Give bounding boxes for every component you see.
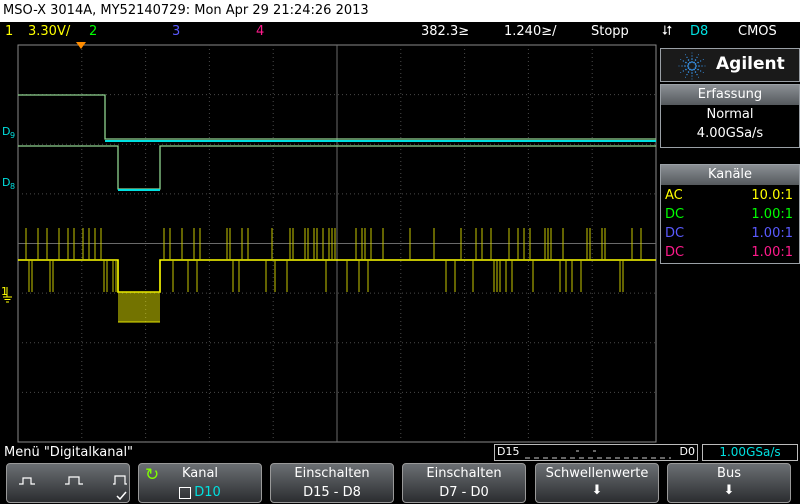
ch1-burst: [118, 291, 160, 323]
enable-high-label: Einschalten: [294, 466, 370, 481]
channel-row-2[interactable]: DC 1.00:1: [665, 205, 793, 225]
channel-coupling: AC: [665, 188, 683, 203]
graticule: [17, 44, 657, 443]
run-state[interactable]: Stopp: [591, 22, 629, 42]
trigger-edge-icon: ⮃: [662, 24, 673, 39]
bus-bit-map: [525, 450, 671, 459]
channels-header: Kanäle: [661, 165, 799, 185]
enable-high-value: D15 - D8: [303, 485, 361, 500]
acquisition-header: Erfassung: [661, 85, 799, 105]
brand-box: Agilent: [660, 48, 800, 82]
channel-coupling: DC: [665, 207, 685, 222]
bus-overview: D15 D0: [494, 444, 698, 461]
channel-row-3[interactable]: DC 1.00:1: [665, 224, 793, 244]
enable-low-label: Einschalten: [426, 466, 502, 481]
digital-sample-rate: 1.00GSa/s: [702, 444, 798, 461]
d9-label-sub: 9: [10, 131, 15, 140]
window-title: MSO-X 3014A, MY52140729: Mon Apr 29 21:2…: [0, 0, 800, 22]
trigger-type[interactable]: CMOS: [738, 22, 777, 42]
enable-low-value: D7 - D0: [439, 485, 489, 500]
channel-probe-ratio: 1.00:1: [751, 207, 793, 222]
ch1-number[interactable]: 1: [5, 22, 13, 42]
display-size-icons: [19, 475, 127, 501]
channel-probe-ratio: 1.00:1: [751, 245, 793, 260]
submenu-arrow-icon: ⬇: [723, 483, 735, 498]
channel-checkbox[interactable]: [179, 486, 192, 499]
thresholds-label: Schwellenwerte: [545, 466, 649, 481]
softkey-enable-d7-d0[interactable]: Einschalten D7 - D0: [402, 463, 526, 503]
channel-probe-ratio: 1.00:1: [751, 226, 793, 241]
channel-coupling: DC: [665, 226, 685, 241]
bus-label: Bus: [717, 466, 741, 481]
trigger-source[interactable]: D8: [690, 22, 708, 42]
channel-probe-ratio: 10.0:1: [751, 188, 793, 203]
channel-row-4[interactable]: DC 1.00:1: [665, 243, 793, 263]
softkey-bus[interactable]: Bus ⬇: [667, 463, 791, 503]
acquisition-mode: Normal: [706, 107, 754, 122]
acquisition-box[interactable]: Erfassung Normal 4.00GSa/s: [660, 84, 800, 148]
softkey-display-size[interactable]: [6, 463, 130, 503]
channel-label: Kanal: [181, 466, 219, 481]
menu-bar: Menü "Digitalkanal" D15 D0 1.00GSa/s: [0, 444, 800, 462]
channel-coupling: DC: [665, 245, 685, 260]
channels-box[interactable]: Kanäle AC 10.0:1 DC 1.00:1 DC 1.00:1 DC 1.00:1: [660, 164, 800, 264]
timebase-scale[interactable]: 1.240≥/: [504, 22, 557, 42]
softkey-enable-d15-d8[interactable]: Einschalten D15 - D8: [270, 463, 394, 503]
brand-name: Agilent: [716, 54, 785, 74]
bus-right-label: D0: [679, 445, 695, 458]
agilent-spark-icon: [678, 52, 706, 80]
softkey-bar: ↻ Kanal D10 Einschalten D15 - D8 Einscha…: [0, 462, 800, 503]
bus-left-label: D15: [497, 445, 520, 458]
waveform-display[interactable]: D 9 D 8 1: [0, 42, 660, 444]
channel-value: D10: [194, 485, 221, 500]
sample-rate: 4.00GSa/s: [696, 126, 764, 141]
ch2-number[interactable]: 2: [89, 22, 97, 42]
menu-title: Menü "Digitalkanal": [4, 445, 134, 460]
timebase-position[interactable]: 382.3≥: [421, 22, 469, 42]
channel-row-1[interactable]: AC 10.0:1: [665, 186, 793, 206]
ch4-number[interactable]: 4: [256, 22, 264, 42]
d8-label-sub: 8: [10, 182, 15, 191]
ch1-scale[interactable]: 3.30V/: [28, 22, 70, 42]
softkey-thresholds[interactable]: Schwellenwerte ⬇: [535, 463, 659, 503]
status-bar: 1 3.30V/ 2 3 4 382.3≥ 1.240≥/ Stopp ⮃ D8…: [0, 22, 800, 42]
channel-value-row: D10: [139, 485, 261, 500]
ch3-number[interactable]: 3: [172, 22, 180, 42]
softkey-channel[interactable]: ↻ Kanal D10: [138, 463, 262, 503]
submenu-arrow-icon: ⬇: [591, 483, 603, 498]
